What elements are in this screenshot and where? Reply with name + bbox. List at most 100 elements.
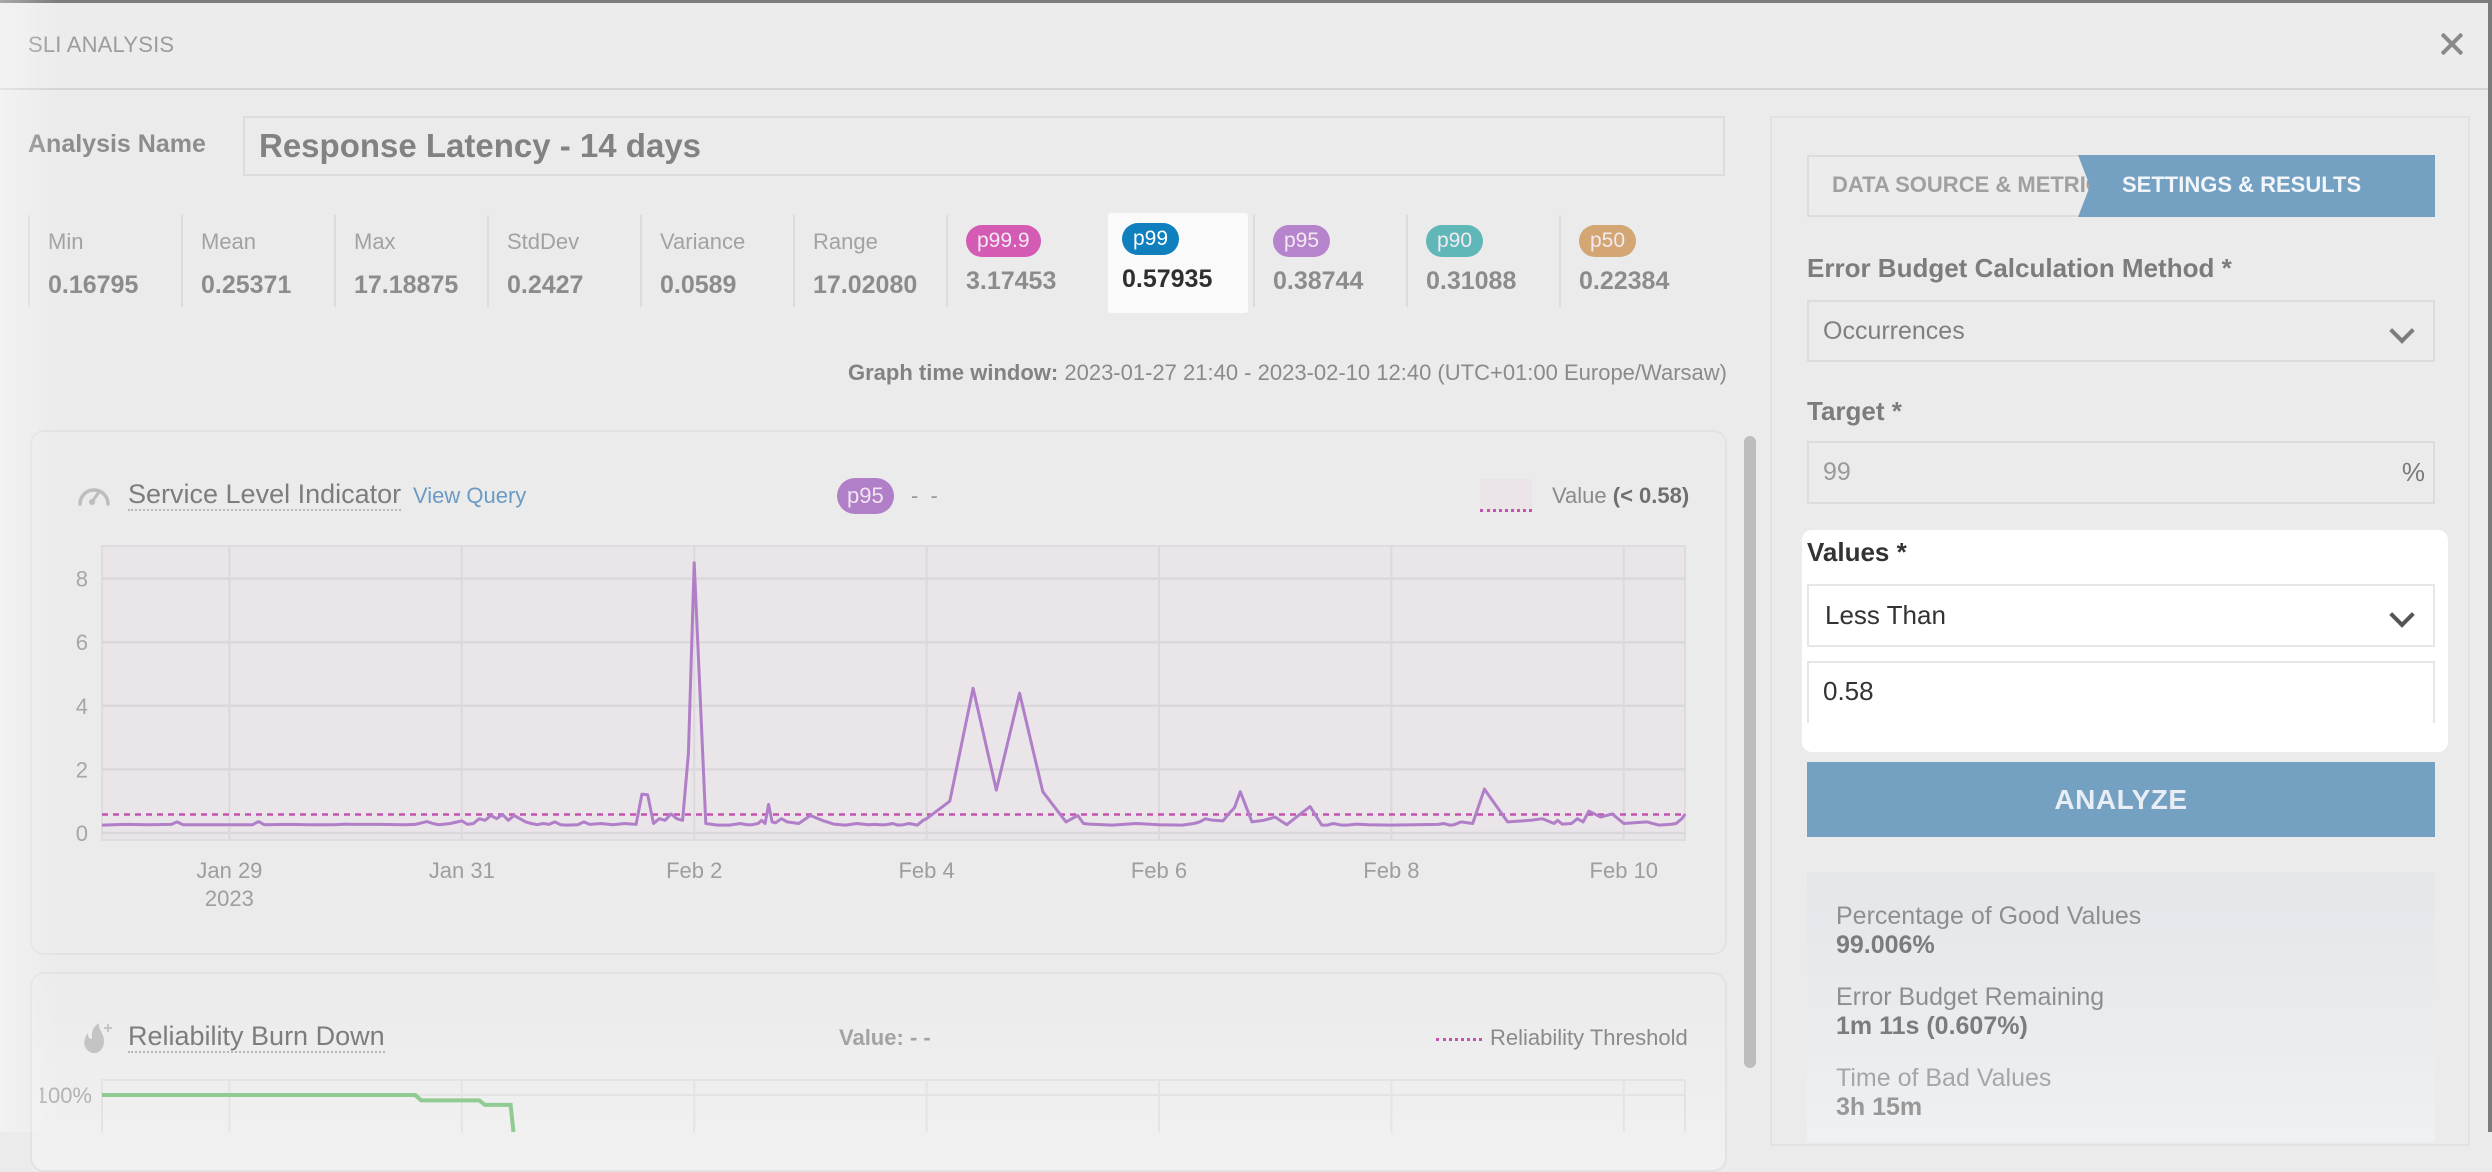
burn-value-label: Value: <box>839 1025 904 1050</box>
method-select[interactable]: Occurrences <box>1807 300 2435 362</box>
percentile-p90[interactable]: p90 0.31088 <box>1406 215 1556 307</box>
chevron-down-icon <box>2389 602 2415 628</box>
result-bad-time: Time of Bad Values 3h 15m <box>1836 1064 2051 1122</box>
y-tick-label: 6 <box>76 630 88 655</box>
result-label: Percentage of Good Values <box>1836 902 2142 930</box>
y-tick-label: 2 <box>76 757 88 782</box>
method-label: Error Budget Calculation Method * <box>1807 253 2232 284</box>
result-label: Time of Bad Values <box>1836 1064 2052 1092</box>
x-tick-label: Feb 6 <box>1131 858 1187 883</box>
method-label-text: Error Budget Calculation Method <box>1807 253 2215 283</box>
required-marker: * <box>1891 396 1902 426</box>
percentile-p99[interactable]: p99 0.57935 <box>1108 213 1248 313</box>
stat-mean: Mean 0.25371 <box>181 215 331 307</box>
percent-unit: % <box>2401 457 2425 487</box>
chevron-down-icon <box>2389 318 2415 344</box>
step-data-source-metric[interactable]: DATA SOURCE & METRIC <box>1832 172 2102 198</box>
graph-time-window: Graph time window: 2023-01-27 21:40 - 20… <box>848 360 1727 386</box>
percentile-value: 3.17453 <box>966 267 1057 295</box>
percentile-p50[interactable]: p50 0.22384 <box>1559 215 1709 307</box>
burn-value-text: - - <box>909 1025 931 1050</box>
x-tick-label: Feb 8 <box>1363 858 1419 883</box>
result-value: 99.006% <box>1836 931 1935 959</box>
operator-select[interactable]: Less Than <box>1807 584 2435 647</box>
hover-value: - - <box>911 483 941 508</box>
required-marker: * <box>1896 537 1907 567</box>
stat-range: Range 17.02080 <box>793 215 943 307</box>
result-good-values: Percentage of Good Values 99.006% <box>1836 902 2141 960</box>
y-tick-label: 8 <box>76 567 88 592</box>
burn-y-tick-label: 100% <box>40 1083 92 1108</box>
burn-plot-area <box>101 1079 1686 1132</box>
legend-value-text: Value <box>1552 483 1607 508</box>
sli-card-title[interactable]: Service Level Indicator <box>128 479 402 511</box>
stat-value: 0.2427 <box>507 271 584 299</box>
operator-select-value: Less Than <box>1825 600 1946 630</box>
flame-icon <box>84 1023 112 1053</box>
percentile-badge: p99.9 <box>966 225 1041 257</box>
threshold-legend-label: Reliability Threshold <box>1490 1025 1688 1050</box>
analyze-button[interactable]: ANALYZE <box>1807 762 2435 837</box>
modal-header <box>0 3 2488 90</box>
stat-value: 17.18875 <box>354 271 459 299</box>
x-tick-label: Feb 2 <box>666 858 722 883</box>
percentile-p95[interactable]: p95 0.38744 <box>1253 215 1403 307</box>
result-label: Error Budget Remaining <box>1836 983 2105 1011</box>
stat-label: Min <box>48 229 84 254</box>
values-label: Values * <box>1807 537 1907 568</box>
legend-swatch <box>1480 479 1532 512</box>
stat-max: Max 17.18875 <box>334 215 484 307</box>
modal-title: SLI ANALYSIS <box>28 32 175 57</box>
percentile-badge: p95 <box>1273 225 1331 257</box>
legend-condition: (< 0.58) <box>1612 483 1690 508</box>
sli-chart: 0 2 4 6 8 Jan 29 2023 Jan 31 Feb 2 Feb 4 Feb 6 Feb … <box>76 545 1687 911</box>
x-tick-label: 2023 <box>205 886 254 911</box>
percentile-badge: p90 <box>1426 225 1484 257</box>
target-input[interactable]: 99 % <box>1807 441 2435 504</box>
close-icon[interactable] <box>2436 28 2468 60</box>
burn-down-title[interactable]: Reliability Burn Down <box>128 1021 385 1053</box>
x-tick-label: Feb 10 <box>1590 858 1659 883</box>
burn-value: Value: - - <box>839 1025 931 1051</box>
percentile-p99-9[interactable]: p99.9 3.17453 <box>946 215 1096 307</box>
step-settings-results[interactable]: SETTINGS & RESULTS <box>2122 172 2361 198</box>
stat-value: 0.25371 <box>201 271 292 299</box>
result-error-budget: Error Budget Remaining 1m 11s (0.607%) <box>1836 983 2104 1041</box>
analysis-name-label: Analysis Name <box>28 130 206 158</box>
left-scrollbar[interactable] <box>1744 436 1756 1068</box>
view-query-link[interactable]: View Query <box>413 483 526 509</box>
results-box: Percentage of Good Values 99.006% Error … <box>1807 872 2435 1142</box>
values-label-text: Values <box>1807 537 1890 567</box>
stat-variance: Variance 0.0589 <box>640 215 790 307</box>
threshold-input[interactable]: 0.58 <box>1807 661 2435 723</box>
target-input-value: 99 <box>1823 458 1851 486</box>
x-tick-label: Jan 29 <box>196 858 262 883</box>
burn-series-line <box>101 1093 516 1132</box>
time-window-value: 2023-01-27 21:40 - 2023-02-10 12:40 (UTC… <box>1064 360 1727 385</box>
percentile-value: 0.38744 <box>1273 267 1364 295</box>
analysis-name-input[interactable]: Response Latency - 14 days <box>243 116 1725 176</box>
x-tick-label: Feb 4 <box>898 858 954 883</box>
percentile-value: 0.57935 <box>1122 265 1213 293</box>
target-label: Target * <box>1807 396 1902 427</box>
window-frame-right <box>2488 0 2492 1132</box>
method-select-value: Occurrences <box>1823 317 1965 345</box>
result-value: 1m 11s (0.607%) <box>1836 1012 2028 1040</box>
percentile-badge: p99 <box>1122 223 1180 255</box>
legend-label: Value (< 0.58) <box>1552 483 1689 509</box>
stat-value: 17.02080 <box>813 271 918 299</box>
stat-label: Mean <box>201 229 257 254</box>
time-window-label: Graph time window: <box>848 360 1059 385</box>
result-value: 3h 15m <box>1836 1093 1923 1121</box>
stat-value: 0.0589 <box>660 271 737 299</box>
x-tick-label: Jan 31 <box>429 858 495 883</box>
target-label-text: Target <box>1807 396 1885 426</box>
selected-percentile-badge[interactable]: p95 <box>837 478 894 514</box>
stat-label: Max <box>354 229 396 254</box>
y-tick-label: 4 <box>76 694 88 719</box>
stat-min: Min 0.16795 <box>28 215 178 307</box>
y-tick-label: 0 <box>76 821 88 846</box>
required-marker: * <box>2221 253 2232 283</box>
stat-stddev: StdDev 0.2427 <box>487 215 637 307</box>
plot-area <box>101 545 1686 841</box>
